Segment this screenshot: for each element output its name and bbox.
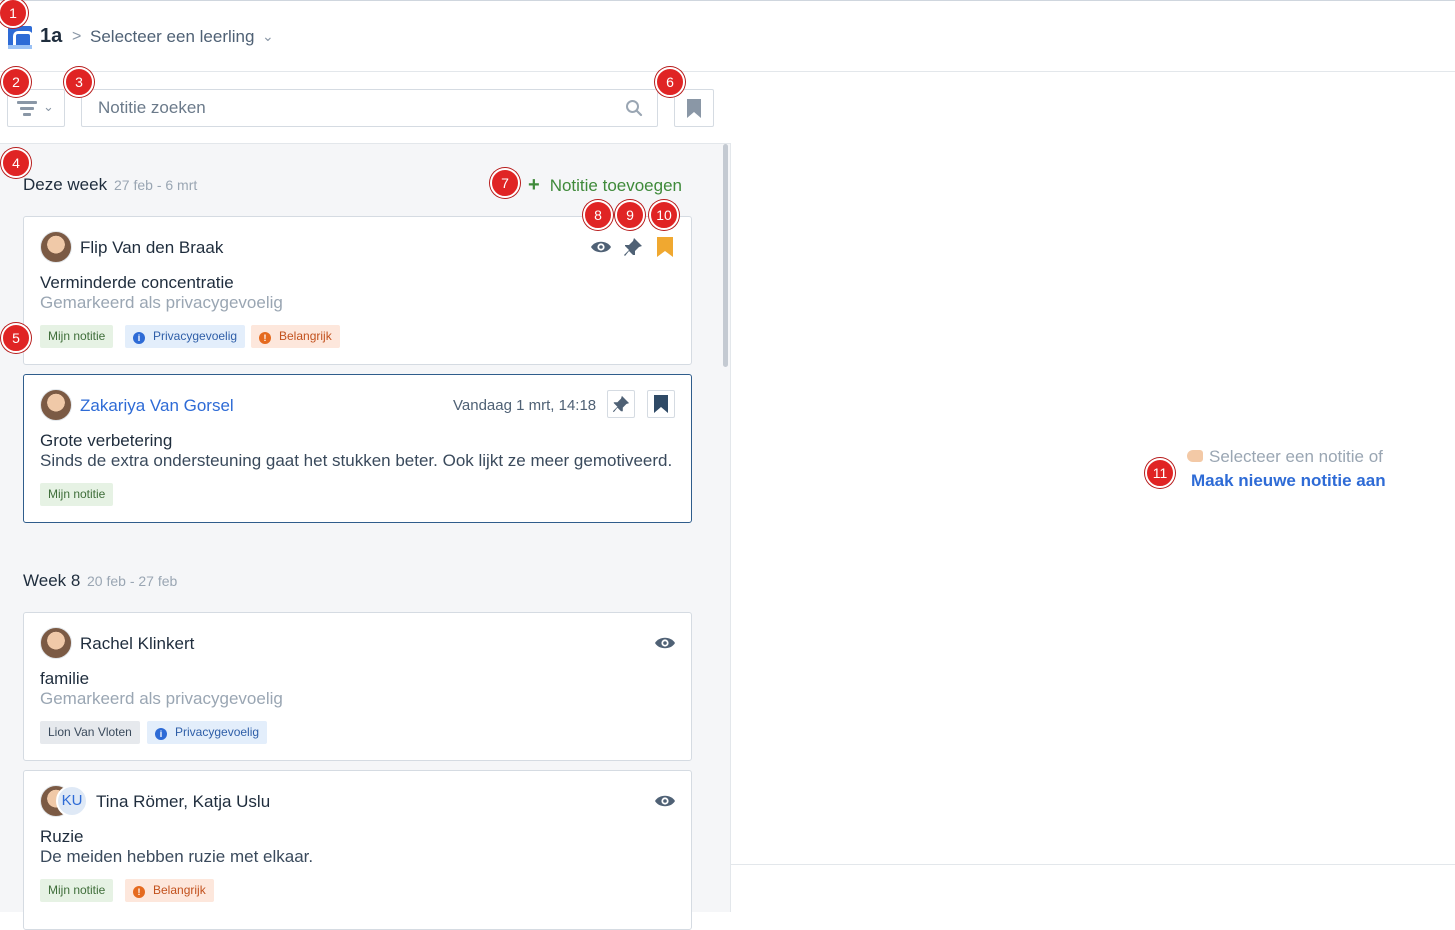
marker-7: 7 xyxy=(490,168,520,198)
notes-list-panel: ⌄ Deze week 27 feb - 6 mrt + Notitie toev… xyxy=(0,72,731,930)
tag-label: Belangrijk xyxy=(153,883,206,897)
note-title: Verminderde concentratie xyxy=(40,273,234,292)
tag-my-note: Mijn notitie xyxy=(40,325,114,348)
alert-icon: ! xyxy=(133,886,145,898)
note-title: Grote verbetering xyxy=(40,431,173,450)
week-range: 27 feb - 6 mrt xyxy=(114,177,198,193)
avatar xyxy=(40,389,72,421)
tag-label: Privacygevoelig xyxy=(153,329,238,343)
hand-pointer-icon xyxy=(1187,450,1203,462)
empty-state-text: Selecteer een notitie of xyxy=(1209,447,1383,466)
eye-icon[interactable] xyxy=(651,787,679,815)
tag-my-note: Mijn notitie xyxy=(40,879,114,902)
tag-my-note: Mijn notitie xyxy=(40,483,114,506)
note-card[interactable]: Rachel Klinkert familie Gemarkeerd als p… xyxy=(23,612,692,761)
note-title: Ruzie xyxy=(40,827,84,846)
pin-icon[interactable] xyxy=(607,390,635,418)
alert-icon: ! xyxy=(259,332,271,344)
breadcrumb-chevron-icon: > xyxy=(72,28,82,45)
student-name: Flip Van den Braak xyxy=(80,238,224,257)
class-label[interactable]: 1a xyxy=(40,25,62,48)
bookmark-filter-button[interactable] xyxy=(674,89,714,127)
note-privacy-text: Gemarkeerd als privacygevoelig xyxy=(40,293,283,312)
add-note-label: Notitie toevoegen xyxy=(549,176,683,195)
week-title: Week 8 xyxy=(23,571,81,590)
tag-privacy: i Privacygevoelig xyxy=(147,721,268,744)
filter-icon xyxy=(17,101,37,117)
bookmark-icon[interactable] xyxy=(647,390,675,418)
marker-10: 10 xyxy=(649,200,679,230)
marker-8: 8 xyxy=(583,200,613,230)
note-card[interactable]: Flip Van den Braak Verminderde concentra… xyxy=(23,216,692,365)
logo-icon[interactable] xyxy=(8,26,33,49)
marker-2: 2 xyxy=(1,67,31,97)
avatar xyxy=(40,231,72,263)
tag-author: Lion Van Vloten xyxy=(40,721,140,744)
student-name[interactable]: Zakariya Van Gorsel xyxy=(80,396,234,416)
marker-11: 11 xyxy=(1145,458,1175,488)
note-privacy-text: Gemarkeerd als privacygevoelig xyxy=(40,689,283,708)
empty-state-prompt: Selecteer een notitie of xyxy=(1187,447,1383,467)
note-text: De meiden hebben ruzie met elkaar. xyxy=(40,847,314,866)
marker-5: 5 xyxy=(1,323,31,353)
top-bar: 1a > Selecteer een leerling ⌄ xyxy=(0,0,1455,72)
note-title: familie xyxy=(40,669,90,688)
tag-privacy: i Privacygevoelig xyxy=(125,325,246,348)
tag-label: Belangrijk xyxy=(279,329,332,343)
plus-icon: + xyxy=(528,174,540,196)
search-icon[interactable] xyxy=(625,99,643,117)
student-select[interactable]: Selecteer een leerling xyxy=(90,27,254,47)
student-names: Tina Römer, Katja Uslu xyxy=(96,792,271,811)
avatar xyxy=(40,627,72,659)
student-name: Rachel Klinkert xyxy=(80,634,195,653)
scrollbar[interactable] xyxy=(723,144,728,367)
tag-important: ! Belangrijk xyxy=(125,879,214,902)
add-note-button[interactable]: + Notitie toevoegen xyxy=(528,174,682,197)
info-icon: i xyxy=(133,332,145,344)
bookmark-icon xyxy=(687,99,701,118)
week-title: Deze week xyxy=(23,175,108,194)
marker-3: 3 xyxy=(64,67,94,97)
search-input[interactable] xyxy=(81,89,658,127)
marker-9: 9 xyxy=(615,200,645,230)
note-card-selected[interactable]: Zakariya Van Gorsel Vandaag 1 mrt, 14:18… xyxy=(23,374,692,523)
info-icon: i xyxy=(155,728,167,740)
eye-icon[interactable] xyxy=(651,629,679,657)
marker-6: 6 xyxy=(655,67,685,97)
notes-toolbar: ⌄ xyxy=(0,72,731,144)
note-text: Sinds de extra ondersteuning gaat het st… xyxy=(40,451,673,470)
eye-icon[interactable] xyxy=(587,233,615,261)
week-range: 20 feb - 27 feb xyxy=(87,573,178,589)
note-card[interactable]: KU Tina Römer, Katja Uslu Ruzie De meide… xyxy=(23,770,692,930)
chevron-down-icon: ⌄ xyxy=(43,99,54,114)
avatar-initials: KU xyxy=(56,785,88,817)
bookmark-icon[interactable] xyxy=(651,233,679,261)
pin-icon[interactable] xyxy=(619,233,647,261)
note-timestamp: Vandaag 1 mrt, 14:18 xyxy=(453,397,597,414)
chevron-down-icon[interactable]: ⌄ xyxy=(262,28,274,45)
tag-label: Privacygevoelig xyxy=(175,725,260,739)
tag-important: ! Belangrijk xyxy=(251,325,340,348)
divider xyxy=(731,864,1455,865)
marker-4: 4 xyxy=(1,148,31,178)
new-note-link[interactable]: Maak nieuwe notitie aan xyxy=(1191,471,1386,491)
